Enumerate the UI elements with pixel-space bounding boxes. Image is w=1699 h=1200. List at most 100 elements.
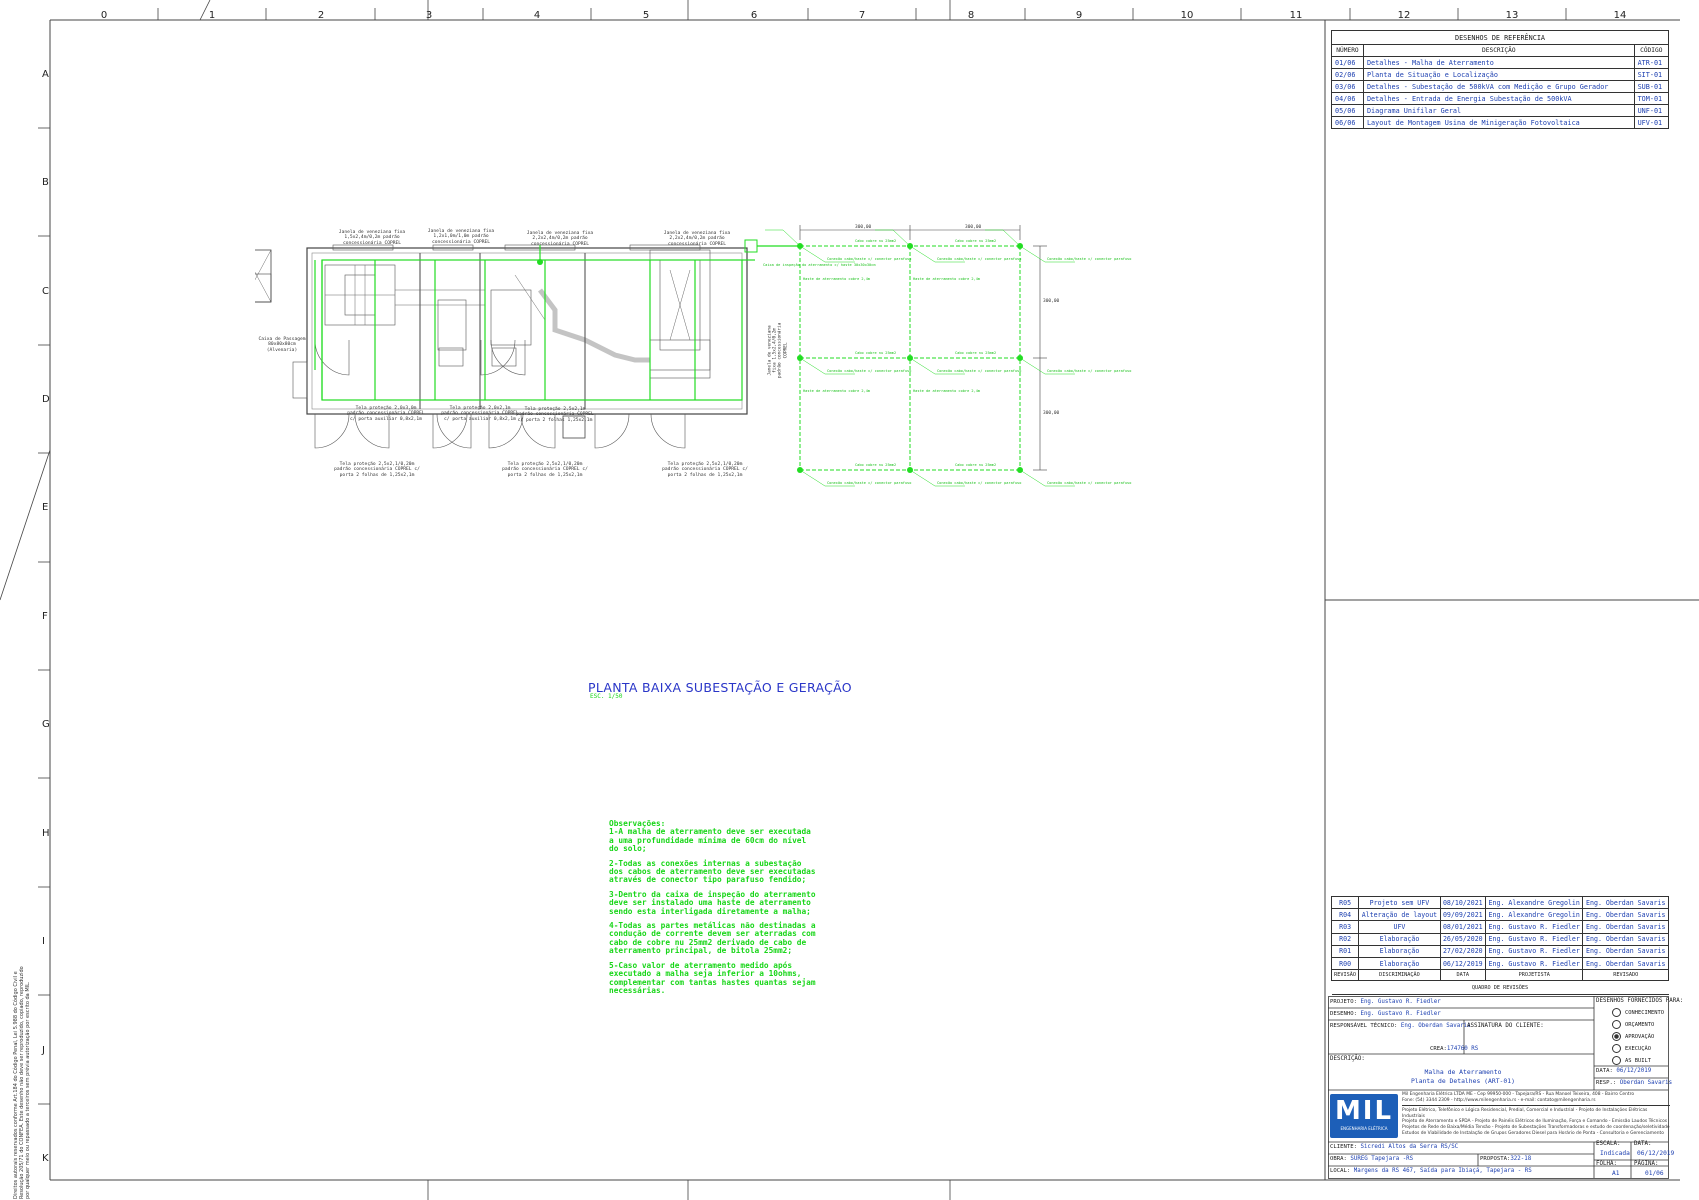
window-label: Janela de veneziana fixa 2,2x2,4m/0,2m p…: [663, 231, 731, 247]
ref-number: 04/06: [1331, 92, 1364, 105]
option-as-built[interactable]: AS BUILT: [1612, 1055, 1664, 1067]
rev-id: R02: [1330, 932, 1360, 946]
ref-description: Detalhes - Entrada de Energia Subestação…: [1362, 92, 1635, 105]
table-row: 06/06 Layout de Montagem Usina de Miniger…: [1331, 116, 1670, 129]
service-line: Projetos de Rede de Baixa/Média Tensão -…: [1402, 1124, 1670, 1130]
dimension-label: 300,00: [965, 224, 982, 230]
company-info: Mil Engenharia Elétrica LTDA ME - Cep 99…: [1402, 1092, 1670, 1136]
row-letter: A: [42, 69, 49, 80]
obra-label: OBRA:: [1330, 1156, 1347, 1162]
option-conhecimento[interactable]: CONHECIMENTO: [1612, 1007, 1664, 1019]
rev-desc: Alteração de layout: [1358, 908, 1441, 922]
column-number: 13: [1505, 10, 1519, 21]
bottom-screen-label: Tela proteção 2,5x2,1/0,20m padrão conce…: [662, 462, 748, 478]
desenho-value: Eng. Gustavo R. Fiedler: [1360, 1011, 1441, 1017]
rod-label: Haste de aterramento cobre 2,4m: [803, 389, 870, 393]
option-execucao[interactable]: EXECUÇÃO: [1612, 1043, 1664, 1055]
table-row: 04/06 Detalhes - Entrada de Energia Subes…: [1331, 92, 1670, 105]
note-item: 1-A malha de aterramento deve ser execut…: [609, 827, 811, 854]
side-window-label: Janela de veneziana fixa 1,5x2,4/0,2m pa…: [767, 322, 789, 379]
folha-label: FOLHA:: [1596, 1161, 1617, 1167]
table-row: 01/06 Detalhes - Malha de Aterramento ATR-…: [1331, 56, 1670, 69]
ref-number: 05/06: [1331, 104, 1364, 117]
rev-header: DATA: [1439, 969, 1486, 982]
data-value: 06/12/2019: [1616, 1068, 1652, 1074]
rev-desc: Elaboração: [1358, 944, 1441, 958]
column-number: 2: [317, 10, 325, 21]
logo-subtitle: ENGENHARIA ELÉTRICA: [1340, 1126, 1388, 1131]
column-number: 10: [1180, 10, 1194, 21]
data2-label: DATA:: [1634, 1141, 1652, 1147]
rev-header: REVISADO: [1582, 969, 1669, 982]
ref-number: 01/06: [1331, 56, 1364, 69]
grid-label: Conexão cabo/haste c/ conector parafuso: [1047, 257, 1131, 261]
row-letter: H: [42, 828, 50, 839]
grid-label: Conexão cabo/haste c/ conector parafuso: [827, 481, 911, 485]
rev-date: 06/12/2019: [1439, 956, 1486, 971]
radio-selected-icon: [1612, 1032, 1621, 1041]
ref-number: 06/06: [1331, 116, 1364, 129]
rev-header: DISCRIMINAÇÃO: [1358, 969, 1441, 982]
service-line: Estudos de Viabilidade de Instalação de …: [1402, 1130, 1664, 1136]
table-row: R02 Elaboração 26/05/2020 Eng. Gustavo R. F…: [1330, 932, 1669, 946]
rev-reviewer: Eng. Oberdan Savaris: [1582, 932, 1669, 946]
company-line: Fone: (54) 3344 2309 - http://www.mileng…: [1402, 1097, 1596, 1103]
rev-id: R00: [1330, 956, 1360, 971]
copyright-notice: Direitos autorais reservados conforme Ar…: [13, 966, 31, 1199]
column-number: 9: [1075, 10, 1083, 21]
resp-value: Oberdan Savaris: [1619, 1080, 1673, 1086]
obra-value: SUREG Tapejara -RS: [1350, 1156, 1414, 1162]
row-letter: E: [42, 502, 49, 513]
notes-block: Observações: 1-A malha de aterramento de…: [609, 819, 819, 995]
ref-header-code: CÓDIGO: [1633, 44, 1670, 57]
ref-number: 03/06: [1331, 80, 1364, 93]
column-number: 11: [1289, 10, 1303, 21]
proposta-label: PROPOSTA:: [1480, 1156, 1511, 1162]
grid-label: Conexão cabo/haste c/ conector parafuso: [827, 257, 911, 261]
projeto-label: PROJETO:: [1330, 999, 1357, 1005]
pagina-value: 01/06: [1645, 1170, 1664, 1177]
table-row: 02/06 Planta de Situação e Localização SIT…: [1331, 68, 1670, 81]
ref-code: ATR-01: [1633, 56, 1670, 69]
option-label: CONHECIMENTO: [1625, 1010, 1664, 1016]
descricao-label: DESCRIÇÃO:: [1330, 1056, 1365, 1062]
row-letter: C: [42, 286, 49, 297]
rev-reviewer: Eng. Oberdan Savaris: [1582, 920, 1669, 934]
column-number: 8: [967, 10, 975, 21]
drawing-title: PLANTA BAIXA SUBESTAÇÃO E GERAÇÃO: [588, 680, 852, 695]
window-label: Janela de veneziana fixa 2,2x2,4m/0,2m p…: [526, 231, 594, 247]
rev-designer: Eng. Gustavo R. Fiedler: [1484, 944, 1584, 958]
option-aprovacao[interactable]: APROVAÇÃO: [1612, 1031, 1664, 1043]
row-letter: I: [42, 936, 45, 947]
row-letter: B: [42, 177, 49, 188]
rev-desc: UFV: [1358, 920, 1441, 934]
column-number: 12: [1397, 10, 1411, 21]
company-line: Mil Engenharia Elétrica LTDA ME - Cep 99…: [1402, 1092, 1635, 1097]
column-number: 0: [100, 10, 108, 21]
grid-label: Conexão cabo/haste c/ conector parafuso: [1047, 369, 1131, 373]
table-row: R00 Elaboração 06/12/2019 Eng. Gustavo R. F…: [1330, 956, 1669, 971]
escala-value: Indicada: [1600, 1150, 1630, 1157]
rev-designer: Eng. Alexandre Gregolin: [1484, 908, 1584, 922]
ref-code: UFV-01: [1633, 116, 1670, 129]
option-orcamento[interactable]: ORÇAMENTO: [1612, 1019, 1664, 1031]
rev-date: 09/09/2021: [1439, 908, 1486, 922]
rev-designer: Eng. Alexandre Gregolin: [1484, 895, 1584, 910]
bottom-screen-label: Tela proteção 2,5x2,1/0,20m padrão conce…: [334, 462, 420, 478]
grid-label: Conexão cabo/haste c/ conector parafuso: [1047, 481, 1131, 485]
option-label: AS BUILT: [1625, 1058, 1651, 1064]
row-letter: J: [42, 1045, 45, 1056]
cable-label: Cabo cobre nu 25mm2: [955, 463, 996, 467]
ref-header-description: DESCRIÇÃO: [1362, 44, 1635, 57]
note-item: 2-Todas as conexões internas a subestaçã…: [609, 858, 816, 885]
cliente-value: Sicredi Altos da Serra RS/SC: [1360, 1144, 1459, 1150]
local-value: Margens da RS 467, Saída para Ibiaçá, Ta…: [1353, 1168, 1532, 1174]
ref-code: SUB-01: [1633, 80, 1670, 93]
window-label: Janela de veneziana fixa 1,5x2,4m/0,2m p…: [338, 230, 406, 246]
rev-id: R03: [1330, 920, 1360, 934]
row-letter: D: [42, 394, 50, 405]
column-number: 4: [533, 10, 541, 21]
column-number: 7: [858, 10, 866, 21]
option-label: EXECUÇÃO: [1625, 1046, 1651, 1052]
rev-date: 27/02/2020: [1439, 944, 1486, 958]
